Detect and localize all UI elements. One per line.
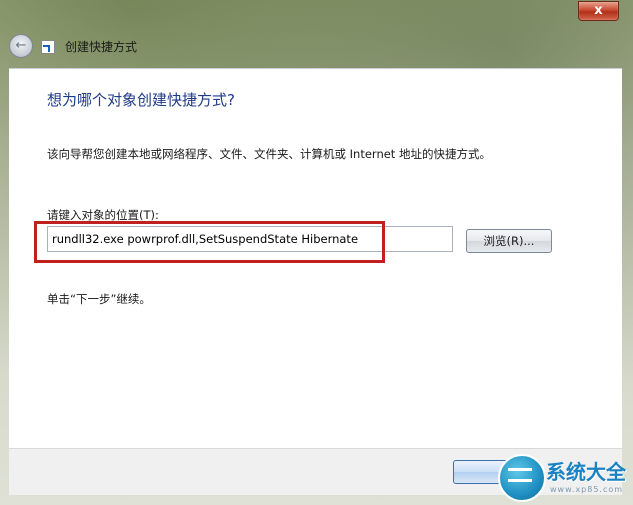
page-description: 该向导帮您创建本地或网络程序、文件、文件夹、计算机或 Internet 地址的快…: [47, 147, 491, 161]
wizard-content: 想为哪个对象创建快捷方式? 该向导帮您创建本地或网络程序、文件、文件夹、计算机或…: [9, 68, 622, 449]
highlight-box: [34, 221, 385, 263]
watermark-url: www.xp85.com: [550, 485, 624, 494]
close-button[interactable]: x: [578, 1, 619, 21]
shortcut-icon: [41, 40, 55, 54]
watermark-brand: 系统大全: [546, 460, 626, 484]
wizard-nav: ← 创建快捷方式: [9, 34, 309, 58]
back-arrow-icon: ←: [15, 38, 27, 53]
hint-text: 单击“下一步”继续。: [47, 292, 151, 306]
back-button[interactable]: ←: [9, 34, 33, 58]
globe-icon: [498, 454, 546, 502]
watermark-logo: 系统大全 www.xp85.com: [498, 452, 633, 505]
wizard-title: 创建快捷方式: [65, 40, 138, 54]
browse-button[interactable]: 浏览(R)...: [466, 229, 552, 253]
page-heading: 想为哪个对象创建快捷方式?: [47, 91, 235, 109]
